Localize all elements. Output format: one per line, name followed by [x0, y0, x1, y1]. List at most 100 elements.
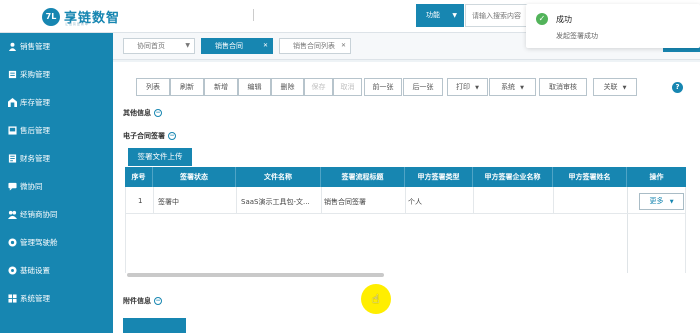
header-divider: [253, 9, 254, 21]
sidebar-item-label: 采购管理: [20, 70, 50, 79]
tab-sales-contract-list[interactable]: 销售合同列表 ✕: [279, 38, 351, 54]
tab-label: 协同首页: [137, 42, 165, 50]
cell-status: 签署中: [158, 198, 179, 206]
sidebar-item-finance[interactable]: 财务管理: [0, 145, 113, 173]
section-attachment[interactable]: 附件信息 −: [123, 296, 162, 306]
user-icon: [8, 42, 17, 51]
button-label: 编辑: [247, 83, 262, 91]
button-label: 保存: [311, 83, 326, 91]
button-label: 刷新: [180, 83, 194, 91]
tab-collab-home[interactable]: 协同首页 ▼: [123, 38, 195, 54]
column-divider: [321, 187, 322, 214]
button-label: 列表: [146, 83, 160, 91]
help-icon[interactable]: ?: [672, 82, 683, 93]
chat-icon: [8, 182, 17, 191]
column-header: 签署状态: [153, 167, 236, 187]
next-button[interactable]: 后一张: [403, 78, 443, 96]
brand-logo[interactable]: 7L 享链数智 让 经 营 更 简 单: [42, 6, 122, 28]
action-column-divider: [627, 187, 628, 273]
column-header: 序号: [125, 167, 153, 187]
section-title: 附件信息: [123, 297, 151, 305]
warehouse-icon: [8, 98, 17, 107]
sidebar-item-purchase[interactable]: 采购管理: [0, 61, 113, 89]
close-icon[interactable]: ✕: [263, 39, 268, 53]
section-title: 电子合同签署: [123, 132, 165, 140]
service-icon: [8, 126, 17, 135]
column-header: 甲方签署企业名称: [473, 167, 553, 187]
chevron-down-icon: ▼: [185, 42, 190, 49]
cell-file-name[interactable]: SaaS演示工具包-文...: [241, 197, 310, 207]
partner-icon: [8, 210, 17, 219]
button-label: 取消: [340, 83, 355, 91]
function-menu-button[interactable]: 功能 ▼: [416, 4, 464, 27]
table-header: 序号 签署状态 文件名称 签署流程标题 甲方签署类型 甲方签署企业名称 甲方签署…: [125, 167, 686, 187]
sidebar-item-label: 财务管理: [20, 154, 50, 163]
delete-button[interactable]: 删除: [271, 78, 304, 96]
add-button[interactable]: 新增: [204, 78, 238, 96]
collapse-icon[interactable]: −: [154, 109, 162, 117]
sidebar-item-label: 经销商协同: [20, 210, 58, 219]
chevron-down-icon: ▼: [669, 199, 674, 205]
button-label: 新增: [214, 83, 228, 91]
attachment-upload-button[interactable]: [123, 318, 186, 333]
tab-sales-contract[interactable]: 销售合同 ✕: [201, 38, 273, 54]
horizontal-scrollbar[interactable]: [127, 273, 384, 277]
refresh-button[interactable]: 刷新: [170, 78, 204, 96]
sidebar-item-aftersale[interactable]: 售后管理: [0, 117, 113, 145]
column-divider: [236, 187, 237, 214]
gear-icon: [8, 266, 17, 275]
button-label: 打印: [456, 83, 471, 91]
save-button[interactable]: 保存: [304, 78, 333, 96]
sidebar-item-inventory[interactable]: 库存管理: [0, 89, 113, 117]
edit-button[interactable]: 编辑: [238, 78, 271, 96]
column-divider: [473, 187, 474, 214]
column-header: 签署流程标题: [321, 167, 405, 187]
column-header: 甲方签署类型: [405, 167, 473, 187]
sidebar-item-sales[interactable]: 销售管理: [0, 33, 113, 61]
sidebar-item-collab[interactable]: 微协同: [0, 173, 113, 201]
finance-icon: [8, 154, 17, 163]
grid-icon: [8, 294, 17, 303]
more-actions-button[interactable]: 更多 ▼: [639, 193, 684, 210]
section-other-info[interactable]: 其他信息 −: [123, 108, 162, 118]
cell-index: 1: [138, 197, 143, 205]
collapse-icon[interactable]: −: [154, 297, 162, 305]
button-label: 关联: [603, 83, 618, 91]
dashboard-icon: [8, 238, 17, 247]
sidebar-item-dealer[interactable]: 经销商协同: [0, 201, 113, 229]
button-label: 取消审核: [549, 83, 577, 91]
function-menu-label: 功能: [426, 11, 440, 19]
cancel-audit-button[interactable]: 取消审核: [539, 78, 587, 96]
close-icon[interactable]: ✕: [341, 39, 346, 53]
list-button[interactable]: 列表: [136, 78, 170, 96]
sidebar-item-system[interactable]: 系统管理: [0, 285, 113, 313]
button-label: 前一张: [372, 83, 394, 91]
previous-button[interactable]: 前一张: [364, 78, 402, 96]
upload-sign-file-button[interactable]: 签署文件上传: [128, 148, 192, 166]
sidebar-item-cockpit[interactable]: 管理驾驶舱: [0, 229, 113, 257]
button-label: 后一张: [412, 83, 434, 91]
button-label: 更多: [649, 197, 664, 205]
cell-flow-title: 销售合同签署: [324, 198, 366, 206]
brand-tagline: 让 经 营 更 简 单: [65, 22, 88, 26]
cart-icon: [8, 70, 17, 79]
column-divider: [405, 187, 406, 214]
sidebar-item-label: 库存管理: [20, 98, 50, 107]
column-header: 文件名称: [236, 167, 321, 187]
sidebar-item-basic-settings[interactable]: 基础设置: [0, 257, 113, 285]
sidebar-item-label: 售后管理: [20, 126, 50, 135]
section-e-contract[interactable]: 电子合同签署 −: [123, 131, 176, 141]
chevron-down-icon: ▼: [475, 85, 479, 91]
link-dropdown-button[interactable]: 关联 ▼: [593, 78, 637, 96]
cancel-button[interactable]: 取消: [333, 78, 362, 96]
chevron-down-icon: ▼: [622, 85, 627, 91]
print-dropdown-button[interactable]: 打印 ▼: [447, 78, 488, 96]
column-header: 甲方签署姓名: [553, 167, 627, 187]
system-dropdown-button[interactable]: 系统 ▼: [489, 78, 536, 96]
column-divider: [553, 187, 554, 214]
sidebar-item-label: 微协同: [20, 182, 43, 191]
success-toast: ✓ 成功 发起签署成功: [526, 4, 700, 48]
tab-label: 销售合同: [215, 42, 243, 50]
collapse-icon[interactable]: −: [168, 132, 176, 140]
cell-party-a-type: 个人: [408, 198, 422, 206]
